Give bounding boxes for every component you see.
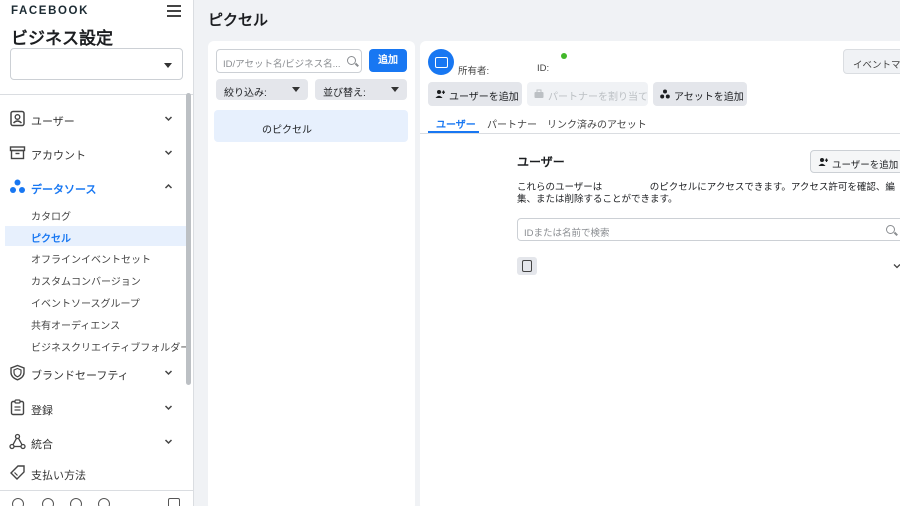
briefcase-icon — [534, 89, 544, 98]
filter-dropdown[interactable]: 絞り込み: — [216, 79, 308, 100]
caret-down-icon — [391, 87, 399, 92]
pixel-detail-panel: 所有者: ID: イベントマ ユーザーを追加 パートナーを割り当て アセットを追… — [420, 41, 900, 506]
notifications-icon[interactable] — [42, 498, 54, 506]
sidebar-item-users[interactable]: ユーザー — [0, 108, 186, 130]
add-user-button[interactable]: ユーザーを追加 — [428, 82, 522, 106]
detail-tabs: ユーザー パートナー リンク済みのアセット — [420, 112, 900, 134]
search-placeholder: ID/アセット名/ビジネス名... — [223, 59, 341, 70]
chevron-down-icon — [164, 116, 173, 122]
pixel-code-icon — [428, 49, 454, 75]
sidebar-item-payment-methods[interactable]: 支払い方法 — [0, 462, 186, 484]
section-add-user-button[interactable]: ユーザーを追加 — [810, 150, 900, 173]
search-icon — [886, 225, 895, 234]
pixel-name: のピクセル — [262, 125, 312, 136]
search-placeholder: IDまたは名前で検索 — [524, 228, 610, 239]
button-label: ユーザーを追加 — [832, 160, 899, 171]
sidebar-scrollbar[interactable] — [186, 93, 191, 385]
sort-dropdown[interactable]: 並び替え: — [315, 79, 407, 100]
chevron-down-icon — [164, 370, 173, 376]
button-label: ユーザーを追加 — [449, 92, 519, 103]
sidebar-subitem-event-source-groups[interactable]: イベントソースグループ — [5, 291, 186, 311]
sidebar-item-label: ブランドセーフティ — [31, 370, 129, 382]
sidebar-footer — [0, 492, 193, 506]
sidebar: FACEBOOK ビジネス設定 ユーザー アカウント データソース カタログ ピ… — [0, 0, 194, 506]
tab-linked-assets[interactable]: リンク済みのアセット — [547, 116, 647, 131]
chevron-down-icon — [164, 439, 173, 445]
sidebar-item-brand-safety[interactable]: ブランドセーフティ — [0, 362, 186, 384]
nodes-icon — [660, 89, 670, 99]
button-label: パートナーを割り当て — [548, 92, 648, 103]
sidebar-item-accounts[interactable]: アカウント — [0, 142, 186, 164]
sidebar-item-label: データソース — [31, 184, 97, 196]
sidebar-item-data-sources[interactable]: データソース — [0, 176, 186, 198]
add-person-icon — [435, 90, 445, 98]
tab-users[interactable]: ユーザー — [436, 116, 476, 131]
sidebar-title: ビジネス設定 — [11, 29, 113, 48]
add-button[interactable]: 追加 — [369, 49, 407, 72]
caret-down-icon — [292, 87, 300, 92]
panel-icon[interactable] — [168, 498, 180, 506]
brand-logo: FACEBOOK — [11, 5, 89, 17]
chevron-down-icon — [164, 405, 173, 411]
user-badge-icon — [517, 257, 537, 275]
user-badge-icon — [10, 110, 25, 127]
divider — [0, 94, 193, 95]
hamburger-menu-icon[interactable] — [167, 5, 181, 17]
nodes-icon — [10, 179, 25, 193]
sidebar-subitem-business-creative-folders[interactable]: ビジネスクリエイティブフォルダー — [5, 335, 190, 355]
sidebar-item-label: アカウント — [31, 150, 86, 162]
chevron-down-icon[interactable] — [893, 262, 900, 270]
chevron-down-icon — [164, 150, 173, 156]
search-icon[interactable] — [70, 498, 82, 506]
divider — [0, 490, 193, 491]
clipboard-icon — [10, 399, 25, 416]
sidebar-subitem-shared-audiences[interactable]: 共有オーディエンス — [5, 313, 186, 333]
settings-icon[interactable] — [12, 498, 24, 506]
help-icon[interactable] — [98, 498, 110, 506]
sidebar-item-registration[interactable]: 登録 — [0, 397, 186, 419]
chevron-up-icon — [164, 183, 173, 189]
tab-partners[interactable]: パートナー — [487, 116, 537, 131]
add-asset-button[interactable]: アセットを追加 — [653, 82, 747, 106]
sort-label: 並び替え: — [323, 88, 366, 99]
business-selector[interactable] — [10, 48, 183, 80]
button-label: アセットを追加 — [674, 92, 744, 103]
search-icon — [347, 56, 356, 65]
event-manager-button[interactable]: イベントマ — [843, 49, 900, 74]
sidebar-item-label: 支払い方法 — [31, 470, 86, 482]
sidebar-item-label: 統合 — [31, 439, 53, 451]
sidebar-item-label: 登録 — [31, 405, 53, 417]
pixel-list-item[interactable]: のピクセル — [214, 110, 408, 142]
active-tab-indicator — [428, 131, 479, 133]
sidebar-item-integrations[interactable]: 統合 — [0, 431, 186, 453]
sidebar-subitem-custom-conversions[interactable]: カスタムコンバージョン — [5, 269, 186, 289]
sidebar-subitem-offline-event-sets[interactable]: オフラインイベントセット — [5, 247, 186, 267]
filter-label: 絞り込み: — [224, 88, 267, 99]
tag-icon — [10, 465, 25, 480]
status-dot — [561, 53, 567, 59]
integration-icon — [9, 433, 26, 450]
sidebar-subitem-pixels[interactable]: ピクセル — [5, 226, 186, 246]
section-title: ユーザー — [517, 155, 565, 169]
assign-partner-button[interactable]: パートナーを割り当て — [527, 82, 648, 106]
caret-down-icon — [164, 63, 172, 68]
section-description: これらのユーザーは のピクセルにアクセスできます。アクセス許可を確認、編集、また… — [517, 182, 895, 205]
shield-icon — [10, 364, 25, 381]
owner-label: 所有者: — [458, 66, 490, 77]
page-title: ピクセル — [208, 12, 269, 29]
sidebar-item-label: ユーザー — [31, 116, 75, 128]
asset-search-input[interactable]: ID/アセット名/ビジネス名... — [216, 49, 362, 73]
pixel-list-panel: ID/アセット名/ビジネス名... 追加 絞り込み: 並び替え: のピクセル — [208, 41, 415, 506]
id-label: ID: — [537, 63, 550, 74]
user-search-input[interactable]: IDまたは名前で検索 — [517, 218, 900, 241]
archive-box-icon — [9, 146, 26, 160]
add-person-icon — [818, 158, 828, 166]
sidebar-subitem-catalog[interactable]: カタログ — [5, 204, 186, 224]
